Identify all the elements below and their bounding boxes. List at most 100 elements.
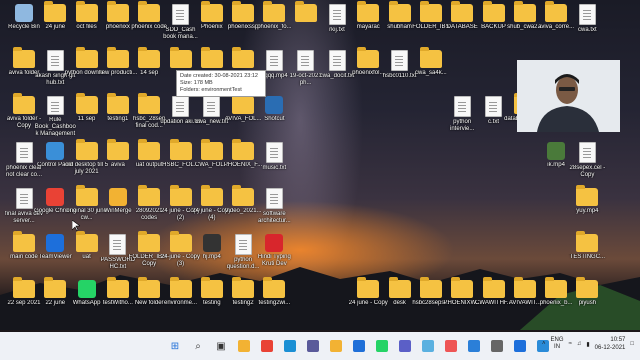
folder-icon <box>75 185 98 206</box>
app-icon <box>46 234 65 252</box>
folder-icon <box>75 139 98 160</box>
folder-icon <box>169 185 192 206</box>
file-icon <box>453 96 471 117</box>
file-icon <box>203 96 221 117</box>
folder-icon <box>419 277 442 298</box>
desktop-icon[interactable]: cwa_sa4k... <box>409 47 453 90</box>
desktop-icon[interactable]: 28sepex.cel - Copy <box>565 140 609 182</box>
taskbar-edge-icon[interactable] <box>281 337 299 355</box>
folder-icon <box>357 277 380 298</box>
folder-icon <box>200 47 223 68</box>
desktop-icon-label: cwa_sa4k... <box>415 70 447 76</box>
folder-icon <box>44 277 67 298</box>
file-icon <box>485 96 502 117</box>
taskbar-mail-icon[interactable] <box>350 337 368 355</box>
folder-icon <box>419 47 442 68</box>
folder-icon <box>138 231 161 252</box>
desktop-icon[interactable]: Hindi Typing Kruti Dev <box>252 232 296 274</box>
speaker-icon[interactable]: ♫ <box>577 341 582 347</box>
folder-icon <box>232 185 255 206</box>
wifi-icon[interactable]: ≈ <box>569 341 572 347</box>
folder-icon <box>294 1 317 22</box>
folder-icon <box>200 139 223 160</box>
app-icon <box>265 96 284 114</box>
folder-icon <box>482 277 505 298</box>
file-icon <box>109 234 127 255</box>
folder-icon <box>232 47 255 68</box>
file-icon <box>265 50 283 71</box>
folder-icon <box>75 47 98 68</box>
clock[interactable]: 10:57 06-12-2021 <box>595 336 626 352</box>
folder-icon <box>513 277 536 298</box>
file-icon <box>297 50 315 71</box>
folder-icon <box>357 47 380 68</box>
desktop-icon[interactable]: Shotcut <box>252 94 296 136</box>
folder-icon <box>388 1 411 22</box>
taskbar-windows-start-icon[interactable]: ⊞ <box>166 337 184 355</box>
desktop-icon[interactable]: yuy.mp4 <box>565 185 609 228</box>
tooltip-date: Date created: 30-08-2021 23:12 <box>180 73 258 79</box>
taskbar-store-icon[interactable] <box>304 337 322 355</box>
folder-icon <box>106 277 129 298</box>
app-icon <box>547 142 566 160</box>
folder-icon <box>75 231 98 252</box>
folder-icon <box>419 1 442 22</box>
taskbar-explorer-icon[interactable] <box>235 337 253 355</box>
desktop-icons-area: Recycle Bin 24 june oct files phoenixx phoen… <box>0 0 640 328</box>
taskbar-files-icon[interactable] <box>327 337 345 355</box>
notification-icon[interactable]: □ <box>630 341 634 347</box>
file-icon <box>328 4 346 25</box>
folder-icon <box>545 1 568 22</box>
folder-icon <box>576 277 599 298</box>
folder-icon <box>106 1 129 22</box>
folder-icon <box>75 1 98 22</box>
taskbar-chrome-icon[interactable] <box>258 337 276 355</box>
folder-icon <box>138 47 161 68</box>
taskbar-whatsapp-icon[interactable] <box>373 337 391 355</box>
taskbar-apps: ⊞ ⌕ ▣ <box>166 337 552 355</box>
folder-icon <box>138 93 161 114</box>
taskbar-settings-icon[interactable] <box>488 337 506 355</box>
desktop-icon-label: music.txt <box>262 165 287 171</box>
desktop-icon-label: 28sepex.cel - Copy <box>569 165 606 178</box>
desktop-icon[interactable]: cwa.txt <box>565 2 609 44</box>
folder-icon <box>106 47 129 68</box>
desktop-icon[interactable]: testing2wi... <box>252 277 296 320</box>
taskbar-notepad-icon[interactable] <box>419 337 437 355</box>
chevron-up-icon[interactable]: ˄ <box>542 341 546 347</box>
taskbar-teams-icon[interactable] <box>396 337 414 355</box>
app-icon <box>46 142 65 160</box>
taskbar-teamviewer-icon[interactable] <box>511 337 529 355</box>
folder-icon <box>13 47 35 68</box>
taskbar: ⊞ ⌕ ▣ ˄ ENG IN ≈ ♫ ▮ 10:57 06-12-2021 □ <box>0 332 640 360</box>
folder-icon <box>263 1 286 22</box>
folder-icon <box>263 277 286 298</box>
folder-icon <box>138 185 161 206</box>
file-icon <box>234 234 252 255</box>
language-indicator[interactable]: ENG IN <box>551 337 564 351</box>
battery-icon[interactable]: ▮ <box>586 341 589 348</box>
file-icon <box>328 50 346 71</box>
folder-icon <box>545 277 568 298</box>
folder-icon <box>388 277 411 298</box>
taskbar-photos-icon[interactable] <box>465 337 483 355</box>
desktop-icon-label: cwa.txt <box>578 27 597 33</box>
clock-time: 10:57 <box>610 337 626 343</box>
file-icon <box>265 142 283 163</box>
taskbar-code-icon[interactable] <box>442 337 460 355</box>
desktop-icon[interactable]: music.txt <box>252 140 296 182</box>
taskbar-task-view-icon[interactable]: ▣ <box>212 337 230 355</box>
app-icon <box>108 188 127 206</box>
file-icon <box>265 188 283 209</box>
folder-icon <box>451 1 474 22</box>
folder-icon <box>232 139 255 160</box>
folder-icon <box>13 277 35 298</box>
desktop-icon[interactable]: TESTINGC... <box>565 231 609 274</box>
webcam-overlay <box>517 60 620 132</box>
desktop-icon[interactable]: software architectur... <box>252 186 296 228</box>
desktop-icon[interactable]: piyush <box>565 277 609 320</box>
desktop-icon-label: TESTINGC... <box>569 254 606 260</box>
folder-icon <box>357 1 380 22</box>
taskbar-search-icon[interactable]: ⌕ <box>189 337 207 355</box>
folder-icon <box>138 139 161 160</box>
